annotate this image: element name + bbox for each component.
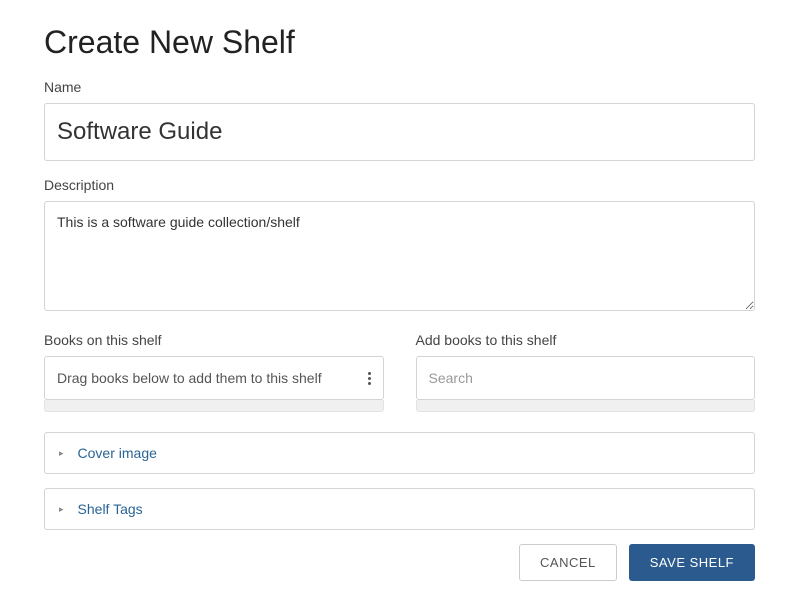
page-title: Create New Shelf	[44, 24, 755, 61]
chevron-right-icon: ▸	[59, 504, 64, 515]
books-on-shelf-hint: Drag books below to add them to this she…	[57, 370, 322, 386]
name-input[interactable]	[44, 103, 755, 161]
shelf-tags-label: Shelf Tags	[78, 501, 143, 517]
description-textarea[interactable]: This is a software guide collection/shel…	[44, 201, 755, 311]
cover-image-label: Cover image	[78, 445, 157, 461]
books-on-shelf-footer	[44, 400, 384, 412]
books-on-shelf-label: Books on this shelf	[44, 332, 384, 348]
name-label: Name	[44, 79, 755, 95]
add-books-footer	[416, 400, 756, 412]
add-books-search-input[interactable]	[416, 356, 756, 400]
more-vertical-icon[interactable]	[368, 372, 371, 385]
cover-image-collapsible[interactable]: ▸ Cover image	[44, 432, 755, 474]
add-books-label: Add books to this shelf	[416, 332, 756, 348]
books-on-shelf-dropzone[interactable]: Drag books below to add them to this she…	[44, 356, 384, 400]
shelf-tags-collapsible[interactable]: ▸ Shelf Tags	[44, 488, 755, 530]
save-shelf-button[interactable]: SAVE SHELF	[629, 544, 755, 581]
description-label: Description	[44, 177, 755, 193]
chevron-right-icon: ▸	[59, 448, 64, 459]
cancel-button[interactable]: CANCEL	[519, 544, 617, 581]
